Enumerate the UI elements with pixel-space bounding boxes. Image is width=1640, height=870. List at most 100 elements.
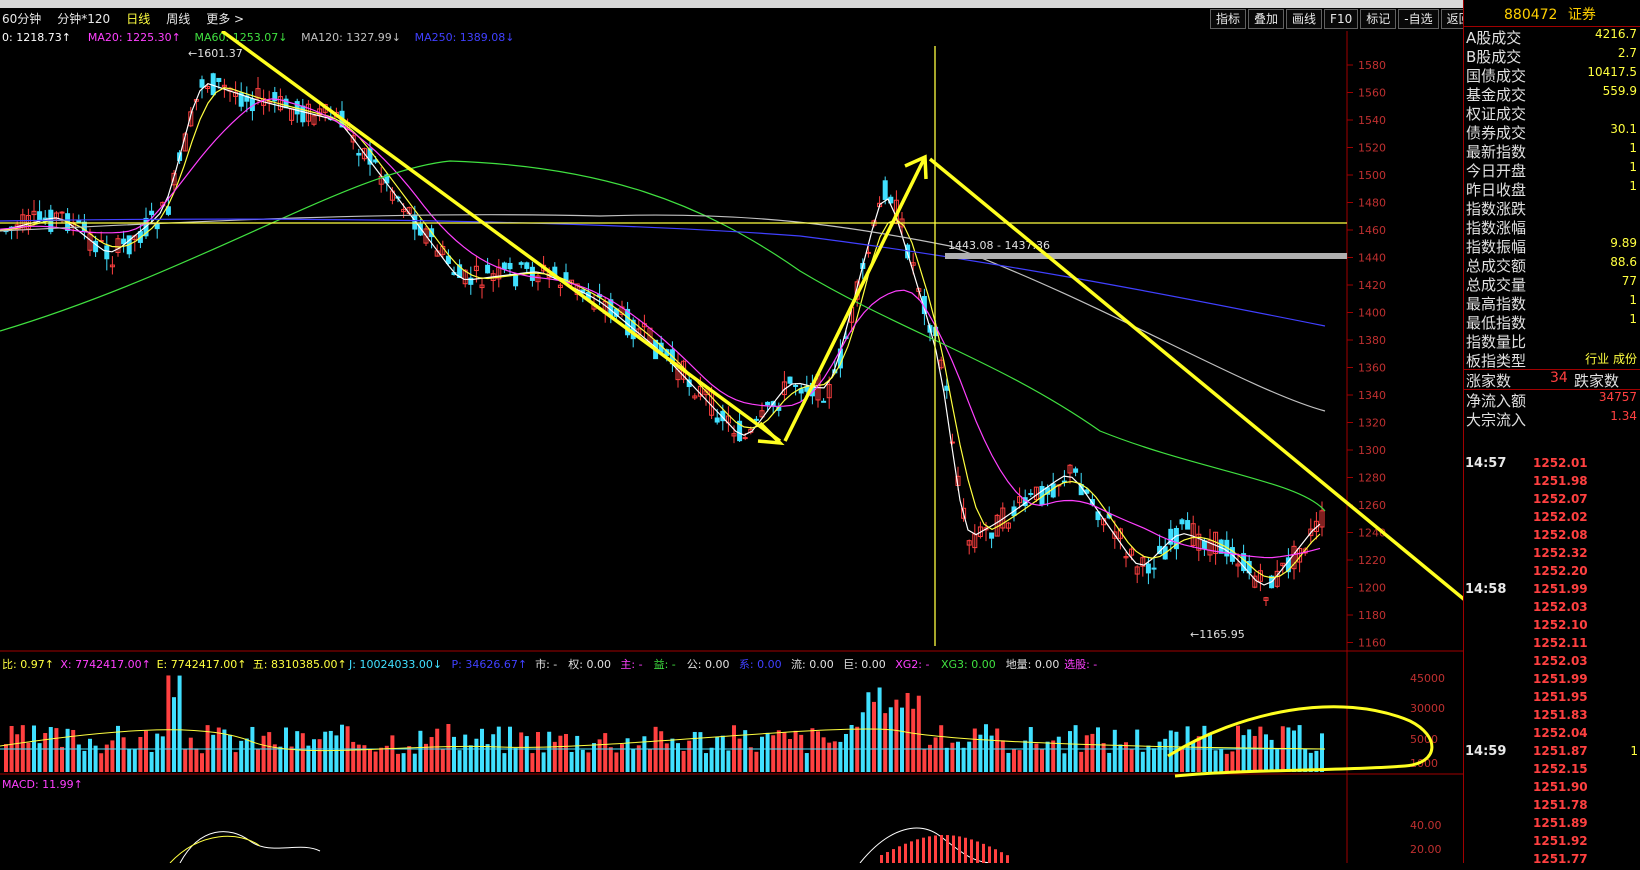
volume-bar	[463, 734, 468, 772]
price-axis-label: 1340	[1358, 389, 1386, 402]
volume-bar	[317, 739, 322, 772]
volume-bar	[26, 742, 31, 772]
tick-list[interactable]: 14:57 1252.01 1251.98 1252.07 1252.02 1252.08…	[1463, 456, 1640, 870]
volume-bar	[1241, 735, 1246, 772]
volume-bar	[944, 747, 949, 772]
volume-bars	[4, 675, 1324, 772]
tick-row: 1252.15	[1463, 762, 1640, 780]
period-tabs: 60分钟 分钟*120 日线 周线 更多 >	[0, 9, 246, 31]
volume-bar	[676, 743, 680, 772]
indicator-button[interactable]: 指标	[1210, 9, 1247, 29]
volume-bar	[1286, 727, 1291, 772]
volume-bar	[844, 733, 848, 772]
stat-row: 板指类型 行业 成份	[1464, 350, 1640, 370]
tick-row: 14:59 1251.87 1	[1463, 744, 1640, 762]
tick-row: 1251.99	[1463, 672, 1640, 690]
volume-bar	[513, 748, 518, 772]
volume-bar	[664, 743, 669, 772]
tab-60min[interactable]: 60分钟	[0, 9, 43, 31]
stat-value: 88.6	[1610, 255, 1637, 269]
volume-legend-item: 公: 0.00	[687, 658, 730, 671]
tick-price: 1251.78	[1533, 798, 1588, 812]
draw-line-button[interactable]: 画线	[1286, 9, 1323, 29]
volume-bar	[1247, 729, 1252, 772]
price-axis-label: 1460	[1358, 224, 1386, 237]
volume-bar	[239, 740, 244, 772]
volume-bar	[396, 753, 400, 772]
tick-price: 1251.87	[1533, 744, 1588, 758]
ma-legend-item: MA120: 1327.99↓	[301, 31, 401, 44]
stat-row: 昨日收盘 1	[1464, 179, 1640, 199]
tick-price: 1252.20	[1533, 564, 1588, 578]
volume-bar	[866, 692, 871, 772]
stat-value: 559.9	[1602, 84, 1637, 98]
candle-body	[501, 262, 507, 270]
volume-bar	[300, 733, 305, 772]
volume-bar	[144, 730, 148, 772]
ma5-line	[0, 83, 1321, 586]
overlay-button[interactable]: 叠加	[1248, 9, 1285, 29]
volume-bar	[1224, 753, 1229, 772]
volume-bar	[827, 742, 832, 772]
volume-bar	[502, 753, 507, 772]
ma20-line	[0, 98, 1321, 559]
price-axis-label: 1380	[1358, 334, 1386, 347]
flow-row: 大宗流入 1.34	[1464, 409, 1640, 429]
volume-bar	[284, 727, 288, 772]
volume-bar	[166, 675, 171, 772]
candle-body	[210, 73, 216, 96]
tab-minute120[interactable]: 分钟*120	[55, 9, 112, 31]
f10-button[interactable]: F10	[1324, 9, 1359, 29]
price-axis-label: 1300	[1358, 444, 1386, 457]
stat-label: 权证成交	[1466, 105, 1527, 123]
volume-bar	[82, 750, 87, 772]
chart-toolbar: 指标 叠加 画线 F10 标记 -自选 返回	[1210, 9, 1479, 31]
flow-value: 34757	[1598, 390, 1637, 404]
tab-weekly[interactable]: 周线	[164, 9, 192, 31]
stat-label: 总成交额	[1466, 257, 1527, 275]
volume-bar	[452, 736, 456, 772]
macd-bar	[964, 837, 967, 863]
volume-bar	[1051, 740, 1056, 772]
watchlist-button[interactable]: -自选	[1398, 9, 1439, 29]
ma-legend-item: MA20: 1225.30↑	[88, 31, 181, 44]
tick-price: 1252.10	[1533, 618, 1588, 632]
volume-bar	[933, 737, 938, 772]
volume-bar	[4, 744, 8, 772]
volume-bar	[418, 730, 423, 772]
tick-price: 1252.15	[1533, 762, 1588, 776]
volume-bar	[160, 736, 165, 772]
volume-bar	[211, 734, 216, 772]
volume-bar	[99, 753, 104, 772]
price-axis-label: 1520	[1358, 142, 1386, 155]
volume-bar	[384, 745, 389, 772]
candle-body	[1145, 563, 1151, 574]
mark-button[interactable]: 标记	[1360, 9, 1397, 29]
tick-row: 14:57 1252.01	[1463, 456, 1640, 474]
volume-bar	[715, 736, 720, 772]
stat-row: B股成交 2.7	[1464, 46, 1640, 66]
volume-legend-item: 比: 0.97↑	[2, 658, 54, 671]
volume-bar	[48, 727, 53, 772]
tick-time: 14:58	[1465, 582, 1507, 597]
tab-more[interactable]: 更多 >	[204, 9, 246, 31]
volume-bar	[485, 744, 490, 772]
volume-bar	[37, 743, 42, 772]
macd-bar	[976, 841, 979, 863]
volume-bar	[1090, 733, 1095, 772]
volume-bar	[956, 741, 960, 772]
stat-label: 指数量比	[1466, 333, 1527, 351]
candle-body	[216, 77, 222, 83]
stat-row: 国债成交 10417.5	[1464, 65, 1640, 85]
volume-bar	[1062, 753, 1067, 772]
kline-chart[interactable]: 0: 1218.73↑ MA20: 1225.30↑ MA60: 1253.07↓ M…	[0, 31, 1463, 863]
volume-bar	[256, 749, 260, 772]
volume-bar	[379, 747, 384, 772]
window-title-bar	[0, 0, 1640, 8]
tab-daily[interactable]: 日线	[124, 9, 152, 31]
ma-legend-item: 0: 1218.73↑	[2, 31, 71, 44]
volume-legend-item: 五: 8310385.00↑	[253, 658, 347, 671]
tick-row: 1251.89	[1463, 816, 1640, 834]
macd-bar	[970, 839, 973, 863]
ma-legend-item: MA250: 1389.08↓	[415, 31, 515, 44]
